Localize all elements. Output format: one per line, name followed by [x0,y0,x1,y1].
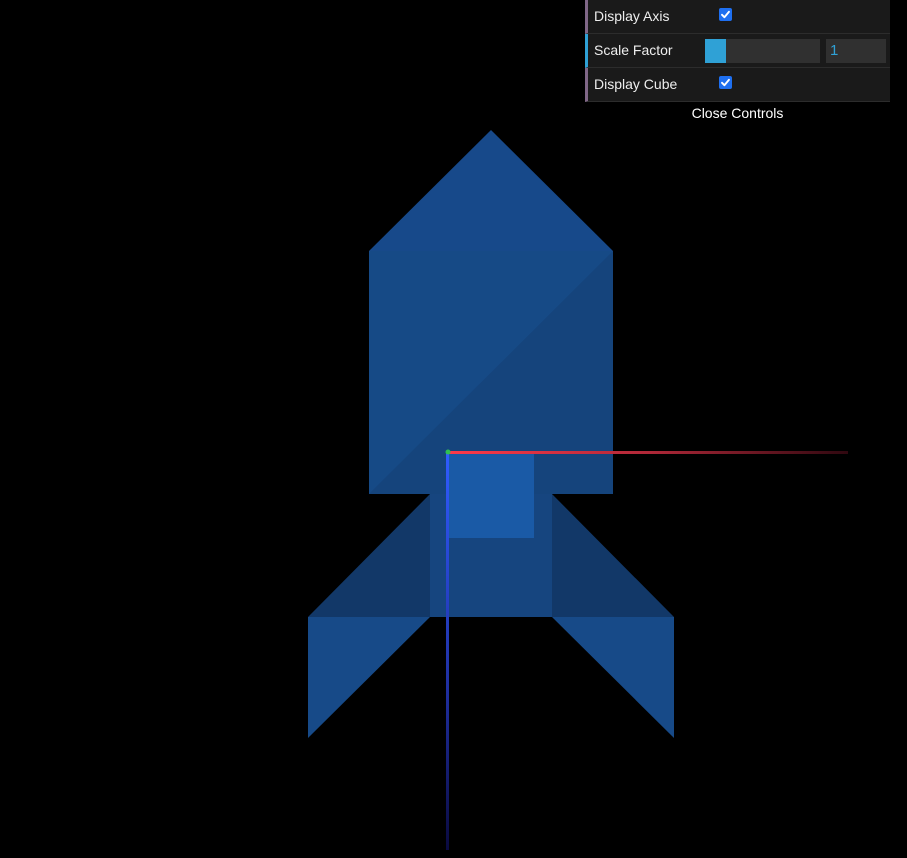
right-fin [552,494,674,738]
scene-canvas[interactable] [0,0,907,858]
scale-factor-slider[interactable] [705,39,820,63]
display-cube-checkbox[interactable] [719,76,732,89]
checkmark-icon [721,78,730,87]
x-axis [448,451,848,454]
display-cube-row[interactable]: Display Cube [585,68,890,102]
checkmark-icon [721,10,730,19]
z-axis [446,452,449,850]
display-axis-row[interactable]: Display Axis [585,0,890,34]
controls-panel: Display Axis Scale Factor 1 Display Cube… [585,0,890,124]
left-fin [308,494,430,738]
display-cube-label: Display Cube [594,76,678,92]
scale-factor-label: Scale Factor [594,42,673,58]
scale-factor-input[interactable]: 1 [826,39,886,63]
close-controls-button[interactable]: Close Controls [585,102,890,124]
origin-cube [448,452,534,538]
display-axis-label: Display Axis [594,8,670,24]
y-axis [445,449,451,455]
scale-factor-slider-fill [705,39,726,63]
scale-factor-row: Scale Factor 1 [585,34,890,68]
display-axis-checkbox[interactable] [719,8,732,21]
nose-cone [369,130,613,251]
